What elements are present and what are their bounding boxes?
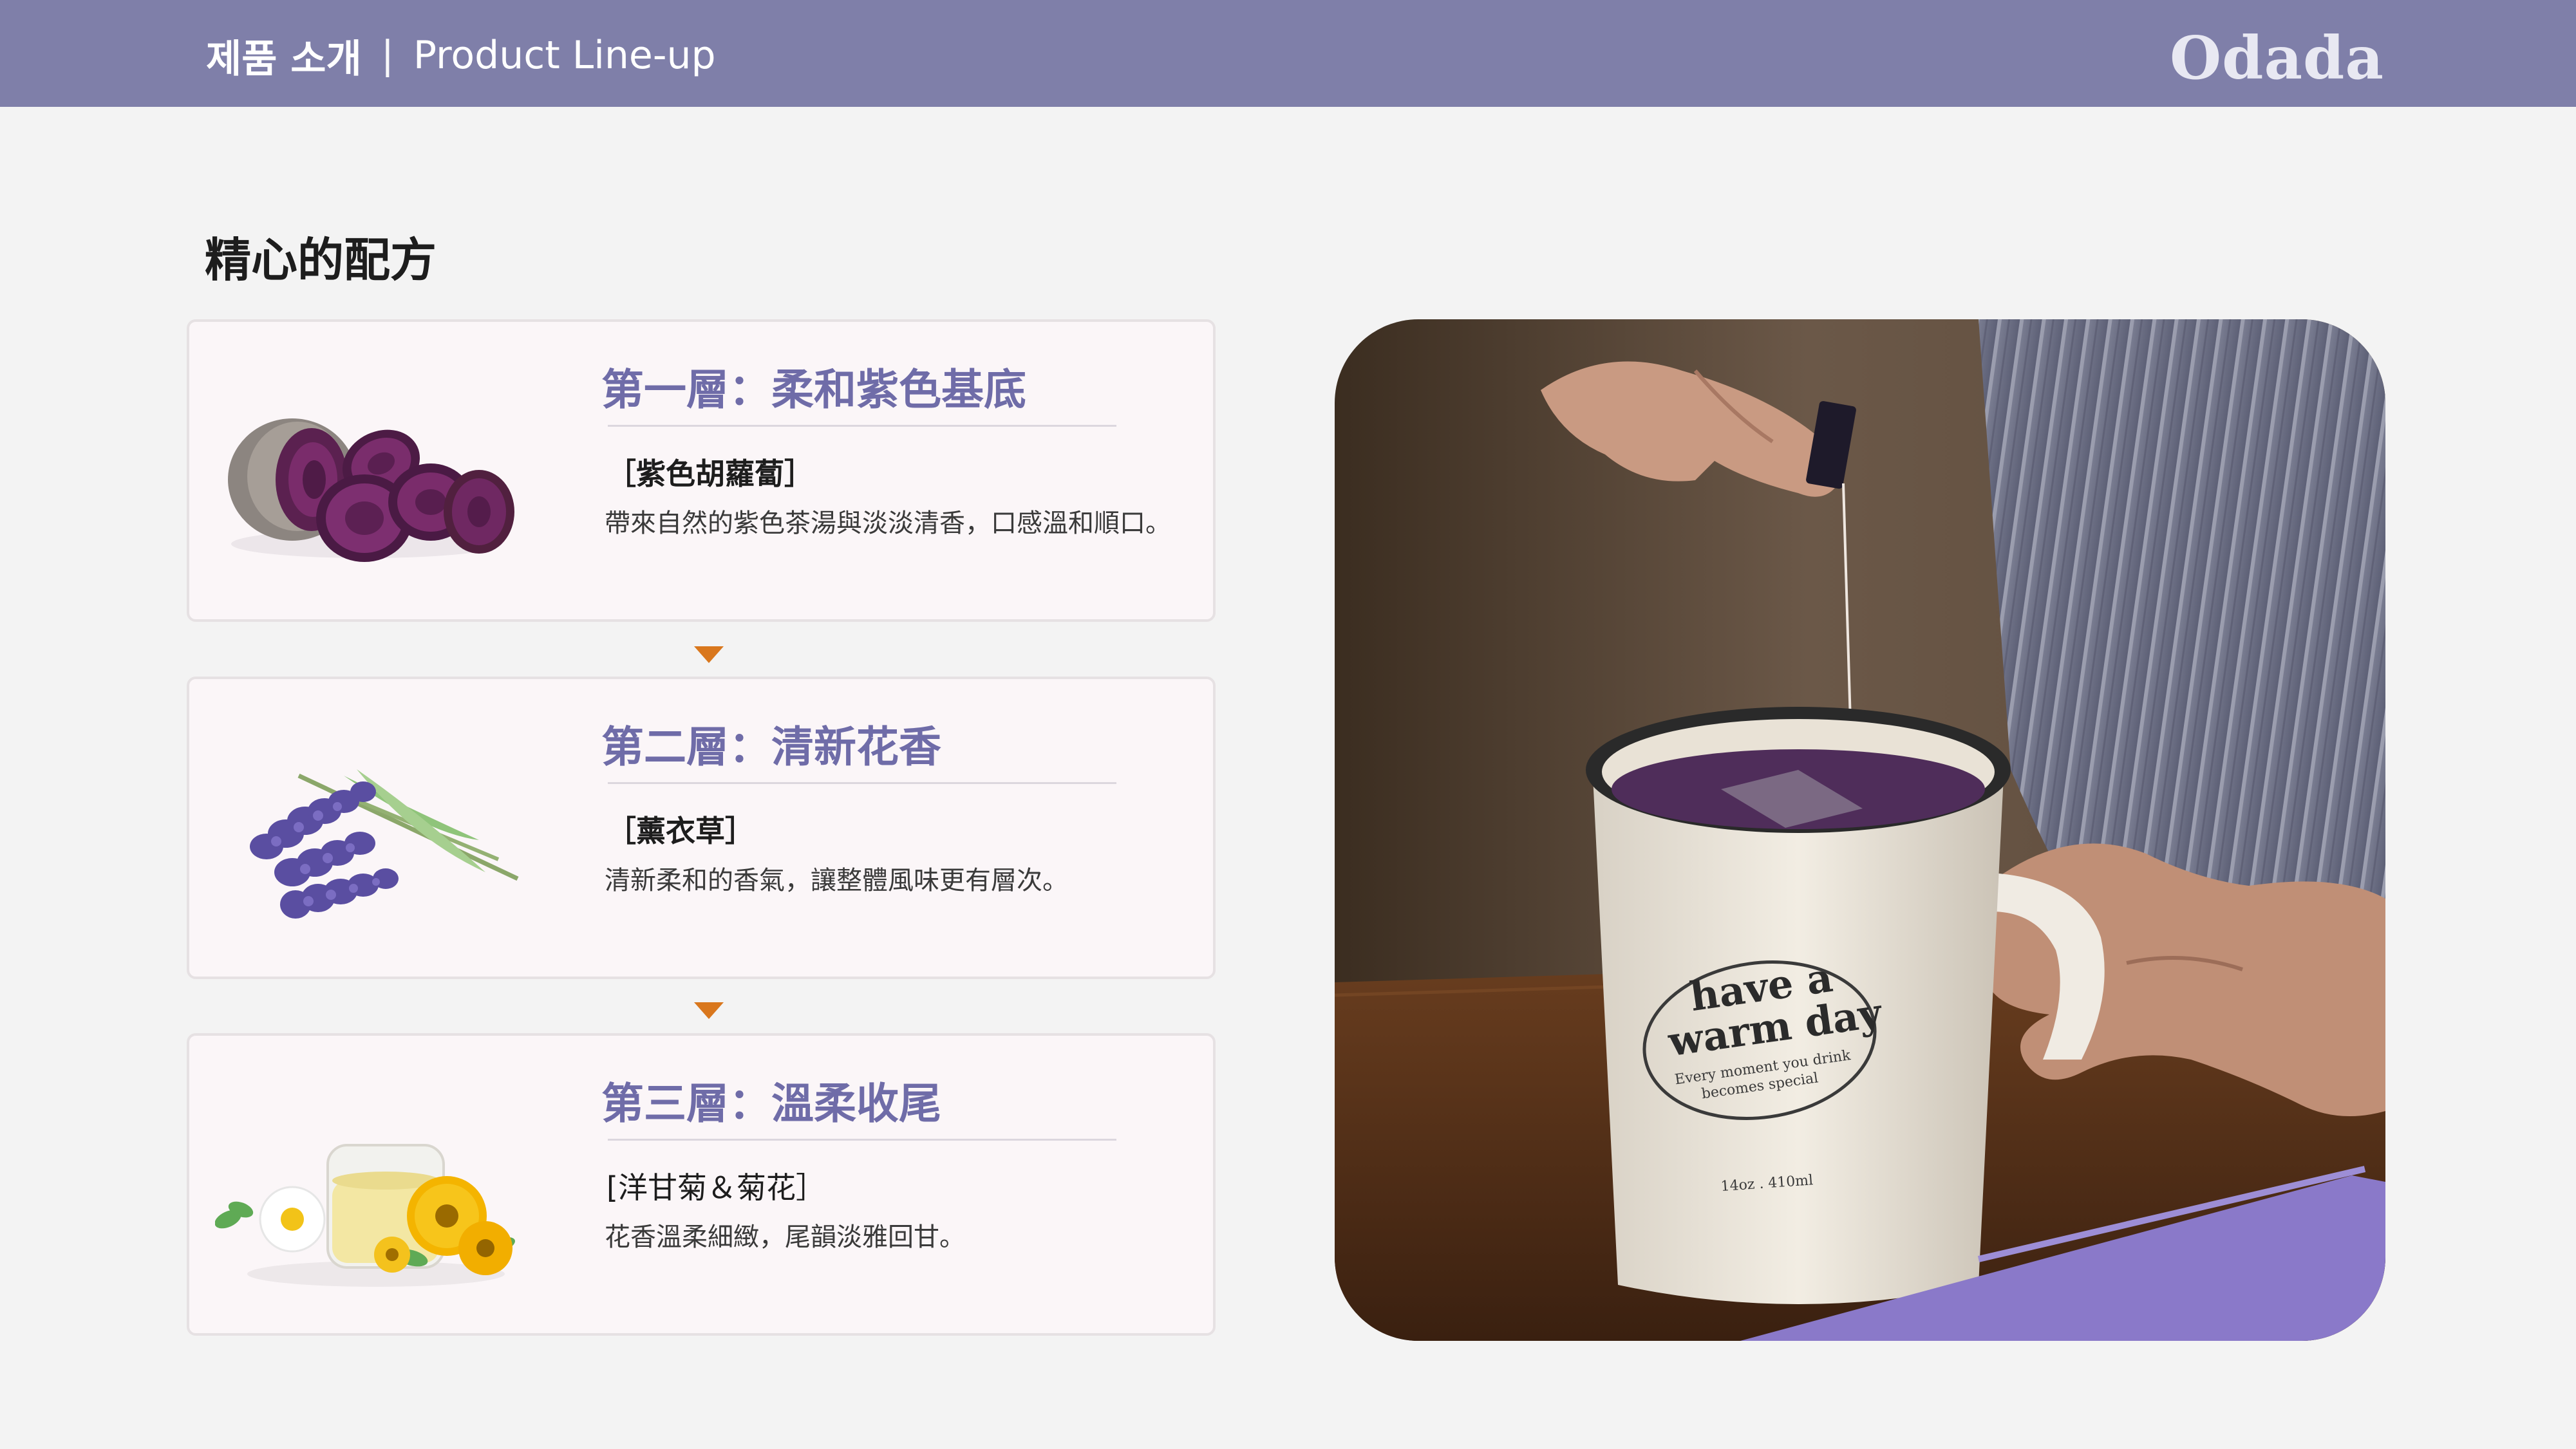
tea-mug-photo: have a warm day Every moment you drink b… xyxy=(1335,319,2385,1341)
layer-title-1: 第一層：柔和紫色基底 xyxy=(601,365,1026,415)
chamomile-tea-image xyxy=(214,1061,524,1306)
ingredient-name-3: [洋甘菊＆菊花］ xyxy=(606,1170,825,1205)
section-title-korean: 제품 소개 xyxy=(206,36,362,82)
divider xyxy=(608,425,1116,427)
brand-logo: Odada xyxy=(2169,23,2384,93)
ingredient-name-2: ［薰衣草］ xyxy=(606,814,755,848)
section-separator: | xyxy=(381,33,394,78)
layer-title-2: 第二層：清新花香 xyxy=(601,722,941,772)
section-title: 제품 소개 | Product Line-up xyxy=(206,30,716,82)
layer-description-3: 花香溫柔細緻，尾韻淡雅回甘。 xyxy=(605,1222,965,1252)
page-title: 精心的配方 xyxy=(205,233,437,287)
down-arrow-icon xyxy=(694,646,724,663)
purple-carrot-image xyxy=(215,348,524,592)
layer-card-3: 第三層：溫柔收尾 [洋甘菊＆菊花］ 花香溫柔細緻，尾韻淡雅回甘。 xyxy=(187,1033,1216,1336)
header-bar: 제품 소개 | Product Line-up Odada xyxy=(0,0,2576,107)
lavender-image xyxy=(215,705,524,949)
divider xyxy=(608,782,1116,784)
layer-card-1: 第一層：柔和紫色基底 ［紫色胡蘿蔔］ 帶來自然的紫色茶湯與淡淡清香，口感溫和順口… xyxy=(187,319,1216,622)
layer-description-2: 清新柔和的香氣，讓整體風味更有層次。 xyxy=(605,866,1068,895)
layer-card-2: 第二層：清新花香 ［薰衣草］ 清新柔和的香氣，讓整體風味更有層次。 xyxy=(187,677,1216,979)
layer-description-1: 帶來自然的紫色茶湯與淡淡清香，口感溫和順口。 xyxy=(605,509,1171,538)
divider xyxy=(608,1139,1116,1141)
section-title-english: Product Line-up xyxy=(413,33,716,78)
down-arrow-icon xyxy=(694,1002,724,1019)
layer-title-3: 第三層：溫柔收尾 xyxy=(601,1079,941,1128)
ingredient-name-1: ［紫色胡蘿蔔］ xyxy=(606,456,814,491)
